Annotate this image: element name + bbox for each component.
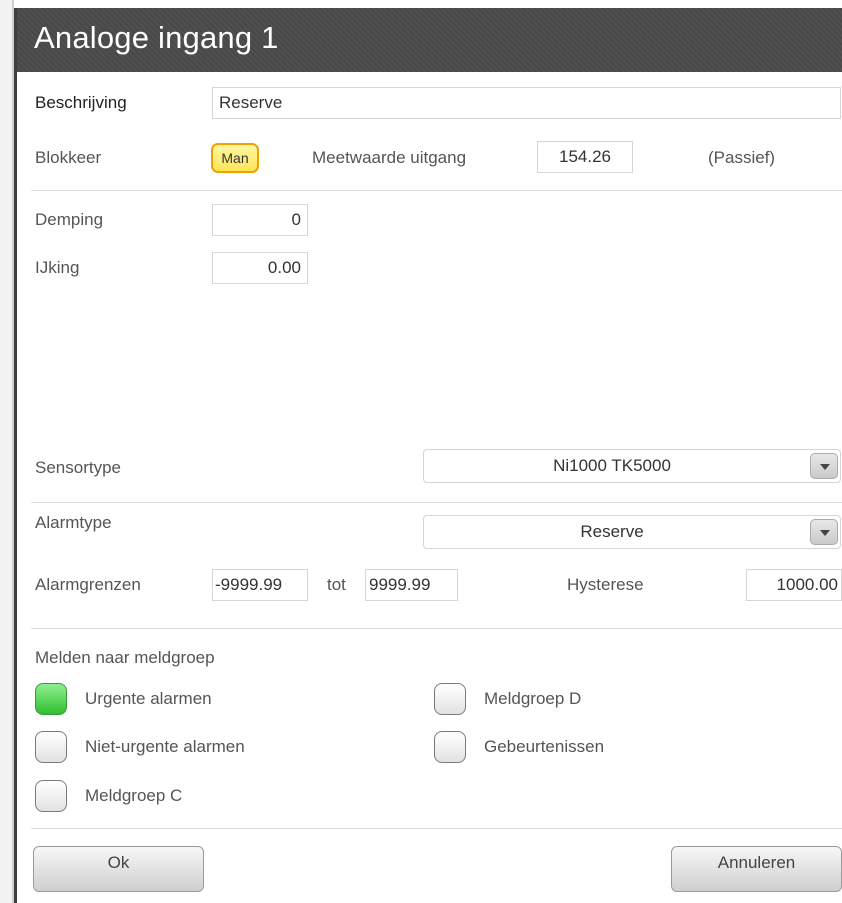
checkbox-label: Meldgroep D (484, 689, 582, 708)
cancel-button[interactable]: Annuleren (671, 846, 842, 892)
passief-label: (Passief) (708, 148, 776, 167)
demping-label: Demping (35, 210, 104, 229)
meetwaarde-input[interactable] (537, 141, 633, 173)
chevron-down-icon[interactable] (810, 453, 838, 479)
alarm-high-input[interactable] (365, 569, 458, 601)
sensortype-value: Ni1000 TK5000 (553, 456, 671, 475)
checkbox-label: Niet-urgente alarmen (85, 737, 245, 756)
divider (31, 502, 842, 503)
dialog-title: Analoge ingang 1 (34, 20, 279, 55)
analog-input-dialog: Analoge ingang 1 Beschrijving Blokkeer M… (14, 8, 842, 903)
ijking-label: IJking (35, 258, 80, 277)
checkbox-urgente-alarmen[interactable] (35, 683, 67, 715)
beschrijving-label: Beschrijving (35, 93, 127, 112)
demping-input[interactable] (212, 204, 308, 236)
alarm-low-input[interactable] (212, 569, 308, 601)
tot-label: tot (327, 575, 346, 594)
checkbox-meldgroep-d[interactable] (434, 683, 466, 715)
checkbox-niet-urgente-alarmen[interactable] (35, 731, 67, 763)
checkbox-label: Urgente alarmen (85, 689, 212, 708)
alarmtype-label: Alarmtype (35, 513, 112, 532)
chevron-down-icon[interactable] (810, 519, 838, 545)
sensortype-select[interactable]: Ni1000 TK5000 (423, 449, 841, 483)
checkbox-gebeurtenissen[interactable] (434, 731, 466, 763)
background-window-edge (0, 0, 14, 903)
checkbox-label: Meldgroep C (85, 786, 183, 805)
meetwaarde-label: Meetwaarde uitgang (312, 148, 467, 167)
hysterese-input[interactable] (746, 569, 842, 601)
alarmgrenzen-label: Alarmgrenzen (35, 575, 141, 594)
beschrijving-input[interactable] (212, 87, 841, 119)
sensortype-label: Sensortype (35, 458, 121, 477)
divider (31, 828, 842, 829)
ijking-input[interactable] (212, 252, 308, 284)
hysterese-label: Hysterese (567, 575, 644, 594)
divider (31, 628, 842, 629)
melden-title: Melden naar meldgroep (35, 648, 215, 667)
ok-button[interactable]: Ok (33, 846, 204, 892)
divider (31, 190, 842, 191)
blokkeer-label: Blokkeer (35, 148, 102, 167)
checkbox-meldgroep-c[interactable] (35, 780, 67, 812)
blokkeer-man-button[interactable]: Man (211, 143, 259, 173)
alarmtype-select[interactable]: Reserve (423, 515, 841, 549)
alarmtype-value: Reserve (580, 522, 644, 541)
title-bar: Analoge ingang 1 (17, 8, 842, 72)
checkbox-label: Gebeurtenissen (484, 737, 605, 756)
